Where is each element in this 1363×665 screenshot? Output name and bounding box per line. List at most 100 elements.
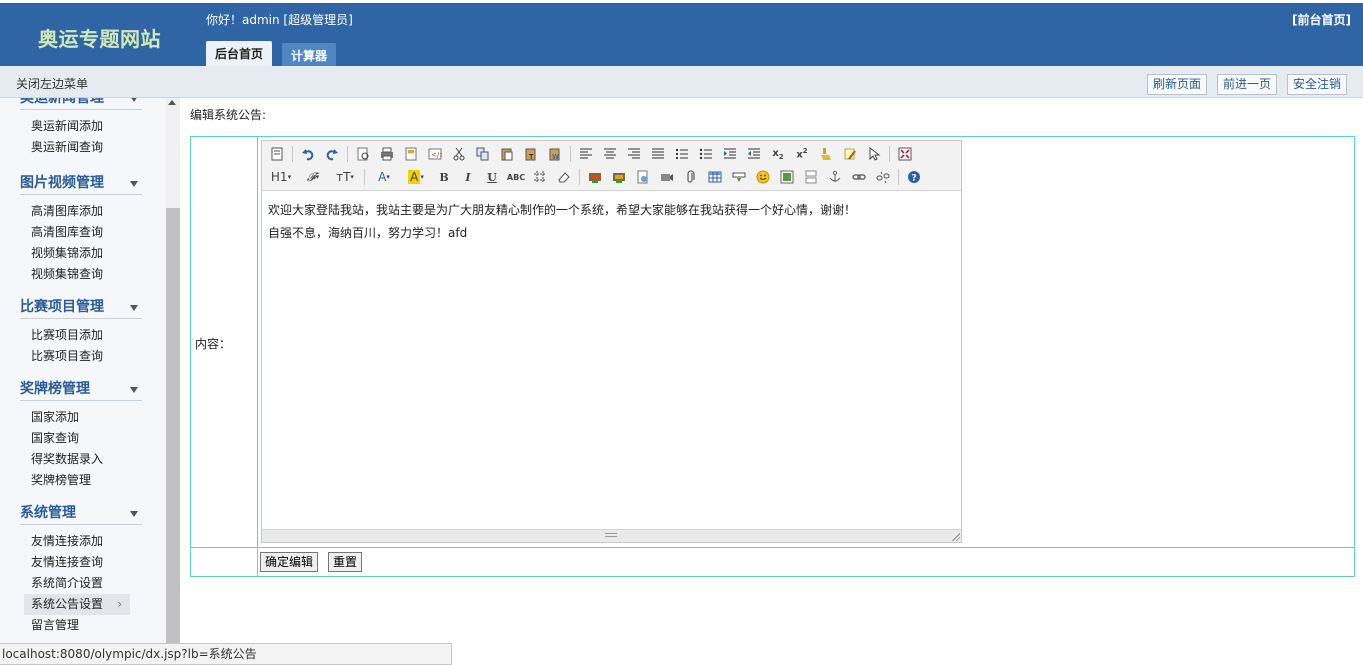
sidebar-item-award-entry[interactable]: 得奖数据录入 (20, 449, 142, 470)
align-justify-icon[interactable] (649, 145, 667, 163)
insert-video-icon[interactable] (658, 168, 676, 186)
indent-icon[interactable] (721, 145, 739, 163)
scroll-up-arrow-icon[interactable] (168, 100, 176, 105)
template-icon[interactable] (402, 145, 420, 163)
sidebar-group-title[interactable]: 奥运新闻管理 (20, 98, 142, 110)
sidebar-item-video-add[interactable]: 视频集锦添加 (20, 243, 142, 264)
ordered-list-icon[interactable] (673, 145, 691, 163)
editor-content-area[interactable]: 欢迎大家登陆我站，我站主要是为广大朋友精心制作的一个系统，希望大家能够在我站获得… (262, 191, 961, 531)
font-family-label: 𝓕 (306, 169, 316, 184)
anchor-icon[interactable] (826, 168, 844, 186)
confirm-edit-button[interactable]: 确定编辑 (260, 552, 319, 572)
sidebar-item-messages[interactable]: 留言管理 (20, 615, 142, 636)
sidebar-group-title[interactable]: 系统管理 (20, 502, 142, 525)
italic-icon[interactable]: I (459, 168, 477, 186)
font-family-dropdown[interactable]: 𝓕 ▾ (300, 168, 326, 186)
cut-icon[interactable] (450, 145, 468, 163)
unlink-icon[interactable] (874, 168, 892, 186)
align-right-icon[interactable] (625, 145, 643, 163)
font-color-dropdown[interactable]: A ▾ (371, 168, 397, 186)
forward-page-button[interactable]: 前进一页 (1216, 74, 1277, 95)
emoticon-icon[interactable] (754, 168, 772, 186)
sidebar-group-title[interactable]: 比赛项目管理 (20, 296, 142, 319)
resize-handle-icon[interactable] (952, 533, 960, 541)
align-center-icon[interactable] (601, 145, 619, 163)
attachment-icon[interactable] (682, 168, 700, 186)
reset-button[interactable]: 重置 (328, 552, 363, 572)
actions-row: 确定编辑 重置 (191, 548, 1354, 576)
subscript-icon[interactable]: x2 (769, 145, 787, 163)
unordered-list-icon[interactable] (697, 145, 715, 163)
redo-icon[interactable] (323, 145, 341, 163)
drag-handle-icon[interactable] (605, 533, 617, 534)
sidebar-item-video-query[interactable]: 视频集锦查询 (20, 264, 142, 285)
editor-text-line-2: 自强不息，海纳百川，努力学习！afd (268, 226, 468, 240)
insert-media-icon[interactable] (634, 168, 652, 186)
paste-word-icon[interactable]: W (546, 145, 564, 163)
fullscreen-icon[interactable] (896, 145, 914, 163)
sidebar-item-event-query[interactable]: 比赛项目查询 (20, 346, 142, 367)
eraser-icon[interactable] (555, 168, 573, 186)
logout-button[interactable]: 安全注销 (1286, 74, 1347, 95)
toolbar-separator (579, 169, 580, 185)
scrollbar-thumb[interactable] (166, 208, 180, 643)
select-all-icon[interactable] (865, 145, 883, 163)
content-row: 内容： </> (191, 137, 1354, 548)
sidebar-item-intro-settings[interactable]: 系统简介设置 (20, 573, 142, 594)
toolbar-separator (292, 146, 293, 162)
sidebar-item-country-add[interactable]: 国家添加 (20, 407, 142, 428)
main-content: 编辑系统公告: 内容： </> (190, 98, 1363, 665)
sidebar-group-title[interactable]: 图片视频管理 (20, 172, 142, 195)
paste-icon[interactable] (498, 145, 516, 163)
undo-icon[interactable] (299, 145, 317, 163)
background-color-dropdown[interactable]: A ▾ (403, 168, 429, 186)
format-brush-icon[interactable] (817, 145, 835, 163)
horizontal-rule-icon[interactable] (531, 168, 549, 186)
copy-icon[interactable] (474, 145, 492, 163)
background-color-label: A (408, 170, 421, 184)
strikethrough-icon[interactable]: ABC (507, 168, 525, 186)
sidebar-item-event-add[interactable]: 比赛项目添加 (20, 325, 142, 346)
help-icon[interactable]: ? (905, 168, 923, 186)
paste-text-icon[interactable]: T (522, 145, 540, 163)
insert-row-icon[interactable] (730, 168, 748, 186)
browser-status-bar: localhost:8080/olympic/dx.jsp?lb=系统公告 (0, 643, 452, 665)
image-gallery-icon[interactable] (778, 168, 796, 186)
insert-table-icon[interactable] (706, 168, 724, 186)
tab-backend-home[interactable]: 后台首页 (206, 41, 273, 69)
align-left-icon[interactable] (577, 145, 595, 163)
sidebar-scrollbar[interactable] (166, 98, 180, 643)
link-icon[interactable] (850, 168, 868, 186)
sidebar-item-gallery-add[interactable]: 高清图库添加 (20, 201, 142, 222)
chevron-down-icon (130, 387, 138, 393)
preview-icon[interactable] (354, 145, 372, 163)
heading-dropdown[interactable]: H1 ▾ (268, 168, 294, 186)
refresh-page-button[interactable]: 刷新页面 (1146, 74, 1207, 95)
sidebar-item-gallery-query[interactable]: 高清图库查询 (20, 222, 142, 243)
heading-label: H1 (270, 170, 288, 184)
sidebar-item-link-add[interactable]: 友情连接添加 (20, 531, 142, 552)
font-size-dropdown[interactable]: тT ▾ (332, 168, 358, 186)
sub-toolbar: 关闭左边菜单 刷新页面 前进一页 安全注销 (0, 66, 1363, 98)
bold-icon[interactable]: B (435, 168, 453, 186)
print-icon[interactable] (378, 145, 396, 163)
sidebar-item-announcement-settings[interactable]: 系统公告设置 › (24, 594, 130, 615)
source-code-icon[interactable] (268, 145, 286, 163)
code-icon[interactable]: </> (426, 145, 444, 163)
sidebar-item-news-query[interactable]: 奥运新闻查询 (20, 137, 142, 158)
insert-flash-icon[interactable] (610, 168, 628, 186)
superscript-icon[interactable]: x2 (793, 145, 811, 163)
clear-format-icon[interactable] (841, 145, 859, 163)
underline-icon[interactable]: U (483, 168, 501, 186)
outdent-icon[interactable] (745, 145, 763, 163)
sidebar-item-news-add[interactable]: 奥运新闻添加 (20, 116, 142, 137)
sidebar-item-medal-table[interactable]: 奖牌榜管理 (20, 470, 142, 491)
sidebar-group-title[interactable]: 奖牌榜管理 (20, 378, 142, 401)
svg-text:</>: </> (431, 151, 442, 159)
close-left-menu-button[interactable]: 关闭左边菜单 (16, 75, 88, 92)
page-break-icon[interactable] (802, 168, 820, 186)
front-home-link[interactable]: [前台首页] (1292, 11, 1351, 28)
insert-image-icon[interactable] (586, 168, 604, 186)
sidebar-item-country-query[interactable]: 国家查询 (20, 428, 142, 449)
sidebar-item-link-query[interactable]: 友情连接查询 (20, 552, 142, 573)
